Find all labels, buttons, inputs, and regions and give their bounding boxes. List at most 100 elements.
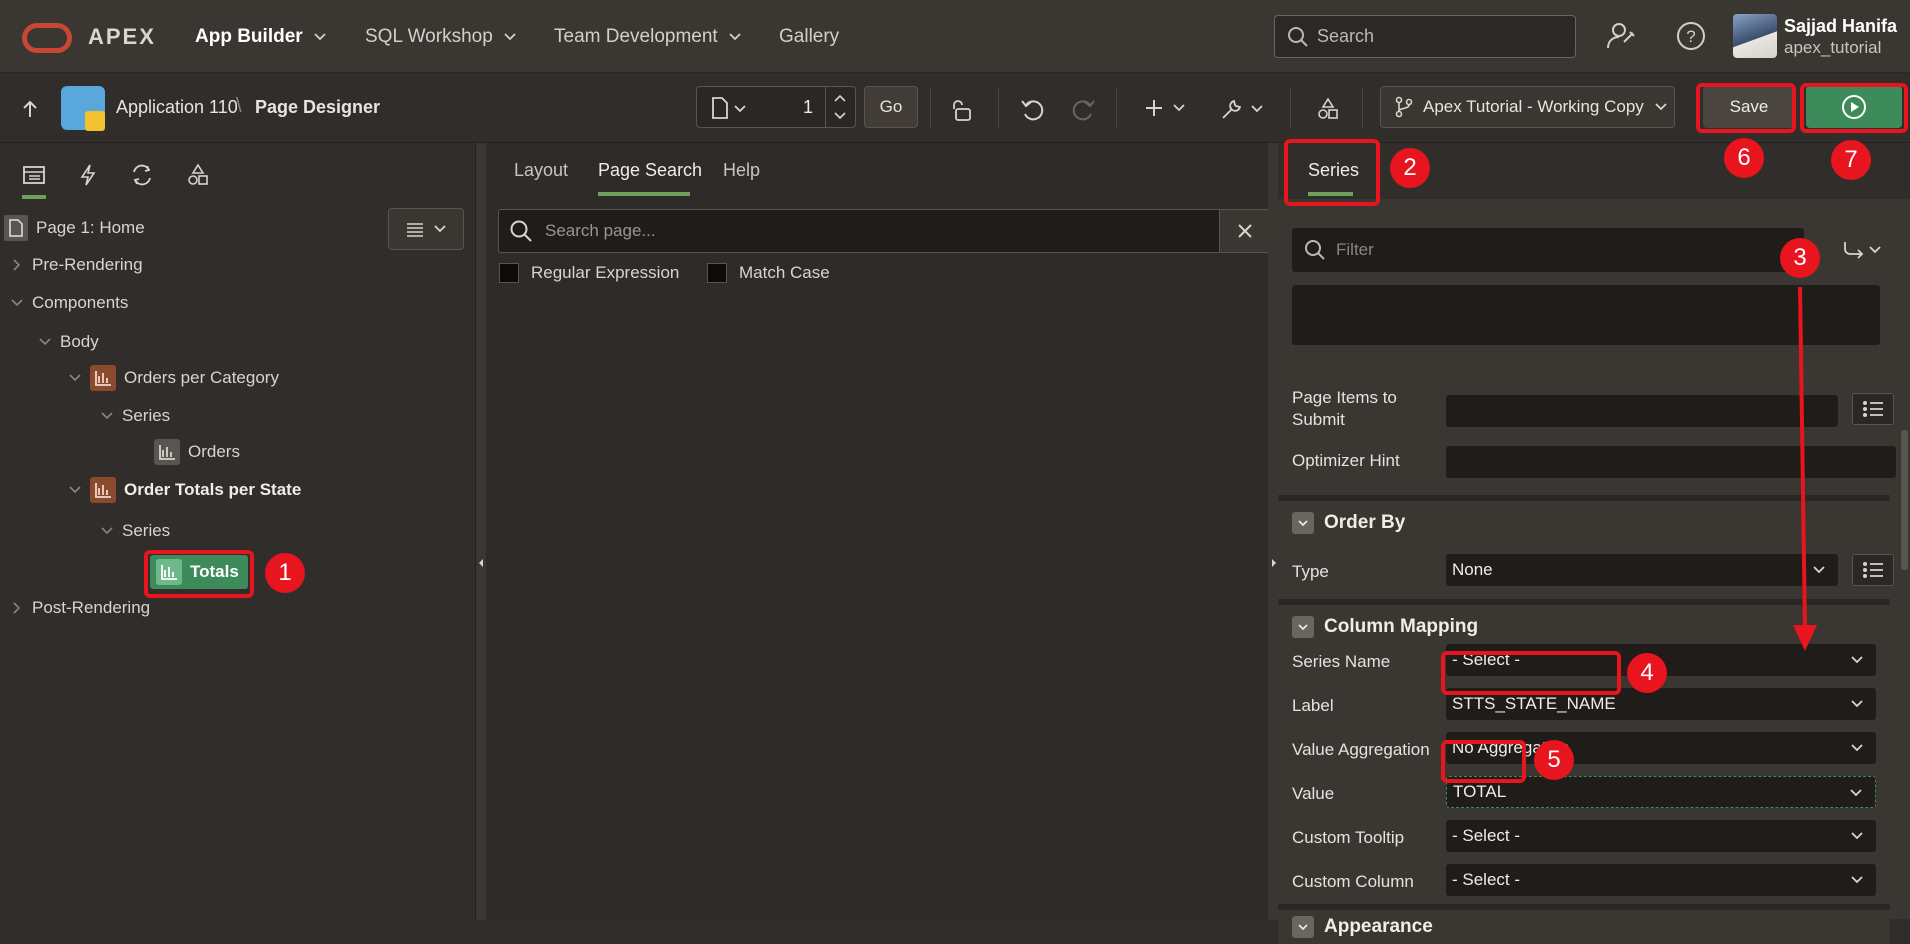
oracle-logo-icon[interactable] xyxy=(22,23,72,53)
collapse-icon[interactable] xyxy=(1292,616,1314,638)
type-picker-button[interactable] xyxy=(1852,554,1894,586)
value-aggregation-label: Value Aggregation xyxy=(1292,740,1430,759)
redo-icon[interactable] xyxy=(1070,97,1096,123)
nav-sql-workshop-label: SQL Workshop xyxy=(365,26,493,47)
property-scrollbar[interactable] xyxy=(1901,430,1908,570)
tree-node-orders-label: Orders xyxy=(188,442,240,461)
tab-page-search[interactable]: Page Search xyxy=(598,160,702,181)
tree-node-region1-label: Orders per Category xyxy=(124,368,279,387)
tab-dynamic-actions[interactable] xyxy=(68,155,108,195)
rendering-tree-pane: Page 1: Home Pre-Rendering Components Bo… xyxy=(0,143,476,920)
nav-team-development[interactable]: Team Development xyxy=(554,26,742,48)
tree-node-series-folder-2[interactable]: Series xyxy=(100,521,170,541)
help-icon[interactable]: ? xyxy=(1675,20,1707,52)
chevron-down-icon[interactable] xyxy=(38,335,52,349)
custom-column-select[interactable]: - Select - xyxy=(1446,864,1876,896)
search-icon xyxy=(510,220,532,242)
tree-node-components[interactable]: Components xyxy=(10,293,128,313)
chart-region-icon xyxy=(90,477,116,503)
top-navigation: APEX App Builder SQL Workshop Team Devel… xyxy=(0,0,1910,73)
tab-processing[interactable] xyxy=(122,155,162,195)
type-select[interactable]: None xyxy=(1446,554,1838,586)
tree-node-page-label: Page 1: Home xyxy=(36,218,145,237)
chevron-down-icon[interactable] xyxy=(100,409,114,423)
user-name[interactable]: Sajjad Hanifa xyxy=(1784,16,1897,37)
collapse-icon[interactable] xyxy=(1292,512,1314,534)
nav-app-builder[interactable]: App Builder xyxy=(195,26,327,48)
chevron-down-icon[interactable] xyxy=(68,371,82,385)
up-arrow-icon[interactable] xyxy=(20,99,40,119)
tab-shared-components[interactable] xyxy=(178,155,218,195)
chevron-down-icon[interactable] xyxy=(68,483,82,497)
page-selector[interactable]: 1 xyxy=(696,86,856,128)
apex-brand[interactable]: APEX xyxy=(88,24,156,50)
search-icon xyxy=(1288,26,1308,47)
chevron-down-icon xyxy=(1851,744,1863,752)
tab-layout[interactable]: Layout xyxy=(514,160,568,181)
regular-expression-checkbox[interactable]: Regular Expression xyxy=(499,263,679,283)
unlock-icon[interactable] xyxy=(950,98,974,122)
tree-node-region-orders-per-category[interactable]: Orders per Category xyxy=(68,365,279,391)
property-filter-input[interactable]: Filter xyxy=(1292,228,1804,272)
custom-tooltip-select[interactable]: - Select - xyxy=(1446,820,1876,852)
page-items-label: Page Items to Submit xyxy=(1292,388,1397,429)
chevron-right-icon[interactable] xyxy=(10,258,24,272)
create-menu-button[interactable] xyxy=(1144,98,1186,118)
admin-user-icon[interactable] xyxy=(1606,20,1638,52)
tree-node-page[interactable]: Page 1: Home xyxy=(4,215,145,241)
tab-help[interactable]: Help xyxy=(723,160,760,181)
nav-app-builder-label: App Builder xyxy=(195,26,303,47)
match-case-checkbox[interactable]: Match Case xyxy=(707,263,830,283)
breadcrumb-application[interactable]: Application 110 xyxy=(116,97,238,118)
section-appearance[interactable]: Appearance xyxy=(1278,904,1890,944)
regular-expression-label: Regular Expression xyxy=(531,263,680,282)
left-splitter[interactable] xyxy=(476,143,486,920)
label-label: Label xyxy=(1292,696,1334,715)
tab-rendering[interactable] xyxy=(14,155,54,195)
global-search-input[interactable]: Search xyxy=(1274,15,1576,58)
go-button[interactable]: Go xyxy=(864,86,918,128)
section-order-by-title: Order By xyxy=(1324,512,1406,533)
page-items-picker-button[interactable] xyxy=(1852,393,1894,425)
working-copy-button[interactable]: Apex Tutorial - Working Copy xyxy=(1380,86,1675,128)
toolbar-divider xyxy=(1116,88,1117,128)
tree-node-body-label: Body xyxy=(60,332,99,351)
global-search-placeholder: Search xyxy=(1317,26,1375,46)
chevron-down-icon[interactable] xyxy=(100,524,114,538)
right-splitter[interactable] xyxy=(1268,143,1278,920)
collapse-icon[interactable] xyxy=(1292,916,1314,938)
tree-menu-button[interactable] xyxy=(388,208,464,250)
clear-search-button[interactable] xyxy=(1219,210,1269,252)
page-designer-toolbar: Application 110 \ Page Designer 1 Go Ape… xyxy=(0,73,1910,143)
wrench-icon xyxy=(1222,99,1242,119)
nav-gallery[interactable]: Gallery xyxy=(779,26,839,48)
tree-node-body[interactable]: Body xyxy=(38,332,99,352)
tree-node-region-order-totals-per-state[interactable]: Order Totals per State xyxy=(68,477,301,503)
checkbox-box[interactable] xyxy=(707,263,727,283)
optimizer-hint-field[interactable] xyxy=(1446,446,1896,478)
tree-node-post-rendering[interactable]: Post-Rendering xyxy=(10,598,150,618)
utilities-menu-button[interactable] xyxy=(1220,97,1264,121)
tree-node-region2-label: Order Totals per State xyxy=(124,480,302,499)
tree-node-series-folder-1[interactable]: Series xyxy=(100,406,170,426)
page-search-input[interactable]: Search page... xyxy=(498,209,1270,253)
go-to-group-icon[interactable] xyxy=(1842,239,1886,261)
label-value: STTS_STATE_NAME xyxy=(1452,694,1616,713)
avatar[interactable] xyxy=(1733,14,1777,58)
page-stepper-icon[interactable] xyxy=(833,91,847,123)
page-items-field[interactable] xyxy=(1446,395,1838,427)
tree-node-pre-rendering[interactable]: Pre-Rendering xyxy=(10,255,143,275)
checkbox-box[interactable] xyxy=(499,263,519,283)
shared-components-icon[interactable] xyxy=(1316,97,1340,121)
chevron-right-icon[interactable] xyxy=(10,601,24,615)
tree-node-components-label: Components xyxy=(32,293,129,312)
page-number-field[interactable]: 1 xyxy=(803,97,813,118)
property-filter-placeholder: Filter xyxy=(1336,240,1374,259)
close-icon xyxy=(1237,224,1252,238)
nav-sql-workshop[interactable]: SQL Workshop xyxy=(365,26,517,48)
nav-gallery-label: Gallery xyxy=(779,26,840,47)
chevron-down-icon[interactable] xyxy=(10,296,24,310)
custom-tooltip-value: - Select - xyxy=(1452,826,1521,845)
undo-icon[interactable] xyxy=(1020,97,1046,123)
tree-node-series-orders[interactable]: Orders xyxy=(154,439,240,465)
